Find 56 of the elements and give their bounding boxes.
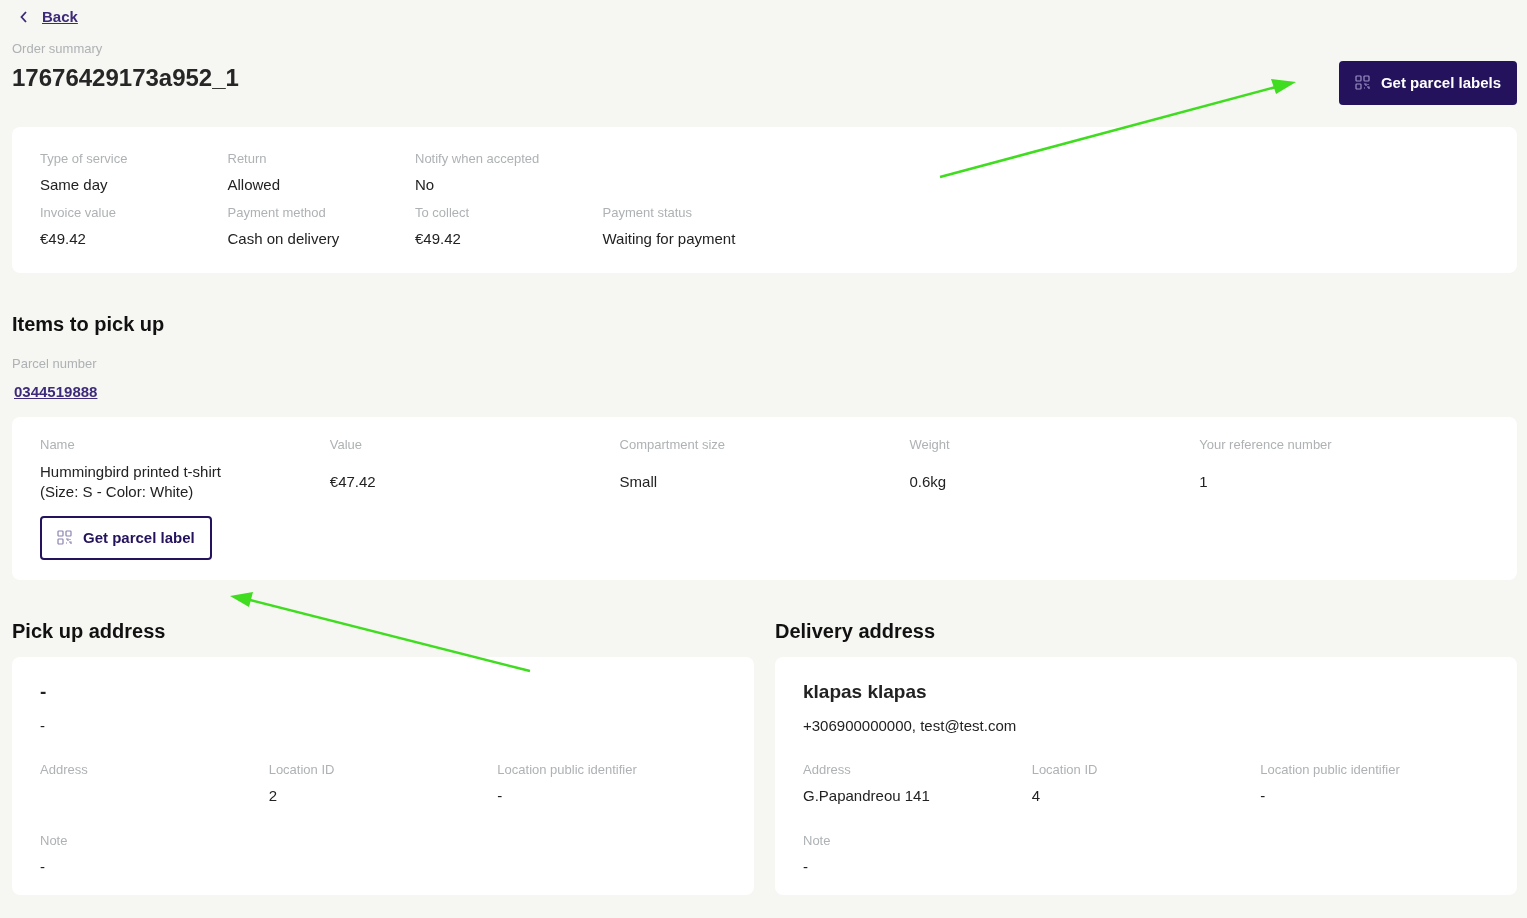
field-label: Address (803, 761, 852, 777)
field-label: Type of service (40, 150, 129, 166)
order-id: 17676429173a952_1 (12, 63, 239, 92)
column-label: Compartment size (619, 436, 727, 452)
field-label: Note (803, 832, 832, 848)
field-value: Cash on delivery (227, 229, 341, 247)
field-label: Location public identifier (1260, 761, 1401, 777)
column-value: €47.42 (329, 471, 376, 492)
section-title: Delivery address (775, 619, 937, 643)
field-value: Allowed (227, 175, 282, 193)
contact-details: +306900000000, test@test.com (803, 716, 1018, 734)
column-label: Value (329, 436, 364, 452)
field-label: Parcel number (12, 355, 98, 371)
field-value: - (497, 786, 503, 804)
field-value: 4 (1031, 786, 1040, 804)
field-value: Waiting for payment (602, 229, 737, 247)
chevron-left-icon (20, 10, 28, 23)
get-parcel-labels-button[interactable]: Get parcel labels (1338, 60, 1517, 105)
field-label: Location public identifier (497, 761, 638, 777)
field-value: - (803, 857, 809, 875)
column-value: Small (619, 471, 658, 492)
column-value: 0.6kg (909, 471, 947, 492)
field-value: - (40, 857, 46, 875)
contact-name: - (40, 680, 48, 703)
field-value: - (1260, 786, 1266, 804)
field-value: No (415, 175, 436, 193)
section-title: Pick up address (12, 619, 167, 643)
field-value: Same day (40, 175, 109, 193)
eyebrow-label: Order summary (12, 40, 104, 56)
field-value: G.Papandreou 141 (803, 786, 930, 804)
qr-code-icon (1354, 75, 1370, 90)
field-label: Notify when accepted (415, 150, 541, 166)
section-title: Items to pick up (12, 312, 166, 336)
qr-code-icon (57, 530, 72, 545)
field-label: Payment status (602, 204, 694, 220)
field-label: Location ID (268, 761, 336, 777)
column-label: Your reference number (1199, 436, 1333, 452)
parcel-number-link[interactable]: 0344519888 (14, 382, 98, 400)
field-value: €49.42 (40, 229, 87, 247)
column-value: Hummingbird printed t-shirt (Size: S - Color: White) (40, 461, 221, 502)
field-value: €49.42 (415, 229, 462, 247)
field-label: Invoice value (40, 204, 117, 220)
field-label: Payment method (227, 204, 327, 220)
get-parcel-label-button[interactable]: Get parcel label (40, 515, 212, 560)
field-label: Address (40, 761, 89, 777)
back-link[interactable]: Back (20, 8, 78, 25)
column-value: 1 (1199, 471, 1208, 492)
field-label: Location ID (1031, 761, 1099, 777)
field-label: Note (40, 832, 69, 848)
field-value: 2 (268, 786, 277, 804)
contact-details: - (40, 716, 46, 734)
column-label: Name (40, 436, 76, 452)
contact-name: klapas klapas (803, 680, 928, 703)
field-label: Return (227, 150, 268, 166)
column-label: Weight (909, 436, 951, 452)
field-label: To collect (415, 204, 471, 220)
